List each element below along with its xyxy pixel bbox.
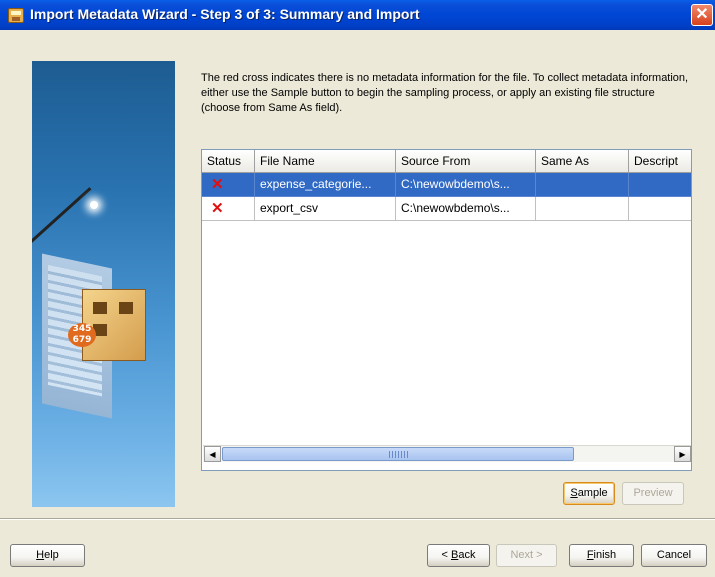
magic-wand-icon [32, 187, 92, 246]
source-from-cell[interactable]: C:\newowbdemo\s... [396, 173, 536, 197]
table-header: Status File Name Source From Same As Des… [202, 150, 691, 173]
back-button[interactable]: < Back [427, 544, 490, 567]
back-label: ack [458, 549, 476, 561]
wand-sparkle [90, 201, 98, 209]
back-prefix: < [441, 549, 451, 561]
help-label: elp [44, 549, 59, 561]
wizard-app-icon [8, 8, 24, 23]
column-header-file-name[interactable]: File Name [255, 150, 396, 173]
table-row[interactable]: ✕ export_csv C:\newowbdemo\s... [202, 197, 691, 221]
file-name-cell[interactable]: expense_categorie... [255, 173, 396, 197]
footer-divider [0, 518, 715, 520]
wizard-side-illustration: 345 679 [32, 61, 175, 507]
help-mnemonic: H [36, 549, 45, 561]
sample-button[interactable]: Sample [563, 482, 615, 505]
red-cross-icon: ✕ [202, 173, 255, 197]
file-name-cell[interactable]: export_csv [255, 197, 396, 221]
scrollbar-thumb[interactable] [222, 447, 574, 461]
table-row[interactable]: ✕ expense_categorie... C:\newowbdemo\s..… [202, 173, 691, 197]
sample-label: ample [577, 487, 608, 499]
column-header-same-as[interactable]: Same As [536, 150, 629, 173]
same-as-cell[interactable] [536, 173, 629, 197]
description-cell[interactable] [629, 173, 691, 197]
window-title: Import Metadata Wizard - Step 3 of 3: Su… [30, 6, 420, 22]
column-header-source-from[interactable]: Source From [396, 150, 536, 173]
warehouse-box-icon [82, 289, 146, 361]
help-button[interactable]: Help [10, 544, 85, 567]
sample-mnemonic: S [570, 487, 578, 499]
next-button[interactable]: Next > [496, 544, 557, 567]
close-button[interactable]: ✕ [691, 4, 713, 26]
same-as-cell[interactable] [536, 197, 629, 221]
description-cell[interactable] [629, 197, 691, 221]
horizontal-scrollbar[interactable]: ◀ ▶ [203, 445, 691, 462]
scrollbar-grip [389, 451, 409, 458]
scroll-right-arrow-icon[interactable]: ▶ [674, 446, 691, 462]
numbers-badge: 345 679 [68, 323, 96, 347]
finish-label: inish [593, 549, 617, 561]
column-header-status[interactable]: Status [202, 150, 255, 173]
red-cross-icon: ✕ [202, 197, 255, 221]
title-bar: Import Metadata Wizard - Step 3 of 3: Su… [0, 0, 715, 30]
source-from-cell[interactable]: C:\newowbdemo\s... [396, 197, 536, 221]
instructions-text: The red cross indicates there is no meta… [201, 72, 689, 114]
file-table[interactable]: Status File Name Source From Same As Des… [201, 149, 692, 471]
finish-button[interactable]: Finish [569, 544, 634, 567]
cancel-button[interactable]: Cancel [641, 544, 707, 567]
scroll-left-arrow-icon[interactable]: ◀ [204, 446, 221, 462]
column-header-description[interactable]: Descript [629, 150, 691, 173]
finish-mnemonic: F [586, 549, 594, 561]
preview-button[interactable]: Preview [622, 482, 684, 505]
